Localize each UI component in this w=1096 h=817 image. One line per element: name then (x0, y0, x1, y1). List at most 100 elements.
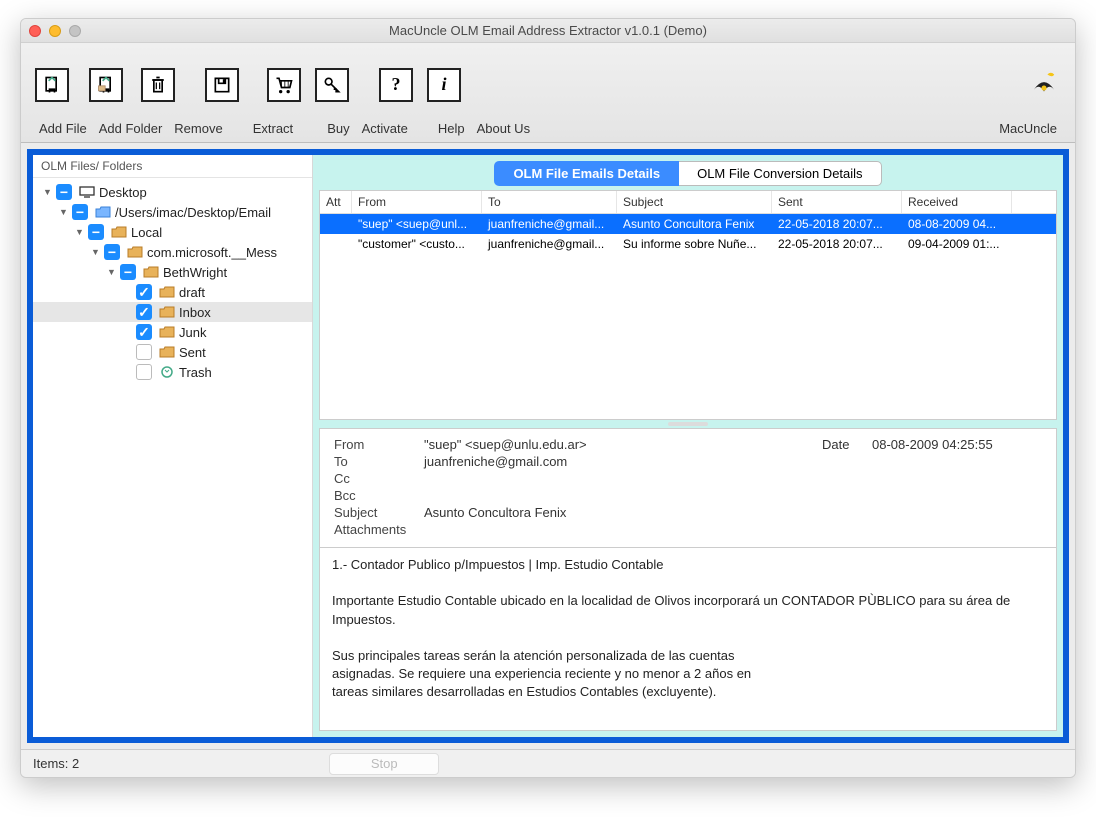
about-button[interactable]: About Us (471, 121, 536, 136)
from-value: "suep" <suep@unlu.edu.ar> (424, 437, 822, 452)
email-table: Att From To Subject Sent Received "suep"… (319, 190, 1057, 420)
disclosure-arrow-icon[interactable]: ▼ (107, 267, 117, 277)
traffic-lights (29, 25, 81, 37)
splitter[interactable] (319, 420, 1057, 428)
cell-sent: 22-05-2018 20:07... (772, 215, 902, 233)
subject-value: Asunto Concultora Fenix (424, 505, 1042, 520)
cell-sent: 22-05-2018 20:07... (772, 235, 902, 253)
tree-label: BethWright (163, 265, 227, 280)
col-att[interactable]: Att (320, 191, 352, 213)
tree-node-desktop[interactable]: ▼ − Desktop (33, 182, 312, 202)
tree-node-trash[interactable]: Trash (33, 362, 312, 382)
col-received[interactable]: Received (902, 191, 1012, 213)
minimize-window-button[interactable] (49, 25, 61, 37)
checkbox-checked[interactable]: ✓ (136, 284, 152, 300)
folder-tree: ▼ − Desktop ▼ − /Users/imac/Desktop/Emai… (33, 178, 312, 737)
body-text: Sus principales tareas serán la atención… (332, 647, 1044, 665)
tree-node-draft[interactable]: ✓ draft (33, 282, 312, 302)
checkbox-mixed[interactable]: − (120, 264, 136, 280)
tree-node-beth[interactable]: ▼ − BethWright (33, 262, 312, 282)
app-window: MacUncle OLM Email Address Extractor v1.… (20, 18, 1076, 778)
zoom-window-button[interactable] (69, 25, 81, 37)
checkbox-empty[interactable] (136, 364, 152, 380)
folder-icon (159, 306, 175, 318)
tree-node-com-ms[interactable]: ▼ − com.microsoft.__Mess (33, 242, 312, 262)
table-row[interactable]: "suep" <suep@unl... juanfreniche@gmail..… (320, 214, 1056, 234)
to-value: juanfreniche@gmail.com (424, 454, 1042, 469)
checkbox-mixed[interactable]: − (104, 244, 120, 260)
add-file-button[interactable]: Add File (33, 121, 93, 136)
about-icon[interactable]: i (427, 68, 461, 102)
extract-button[interactable]: Extract (247, 121, 299, 136)
cc-value (424, 471, 1042, 486)
extract-icon[interactable] (205, 68, 239, 102)
remove-icon[interactable] (141, 68, 175, 102)
tree-label: Local (131, 225, 162, 240)
tab-conversion[interactable]: OLM File Conversion Details (679, 161, 881, 186)
date-label: Date (822, 437, 872, 452)
attachments-label: Attachments (334, 522, 424, 537)
item-count: Items: 2 (33, 756, 79, 771)
buy-icon[interactable] (267, 68, 301, 102)
col-subject[interactable]: Subject (617, 191, 772, 213)
tree-node-junk[interactable]: ✓ Junk (33, 322, 312, 342)
tree-label: com.microsoft.__Mess (147, 245, 277, 260)
titlebar: MacUncle OLM Email Address Extractor v1.… (21, 19, 1075, 43)
to-label: To (334, 454, 424, 469)
folder-open-icon (95, 206, 111, 218)
tree-node-inbox[interactable]: ✓ Inbox (33, 302, 312, 322)
checkbox-mixed[interactable]: − (72, 204, 88, 220)
tree-label: Desktop (99, 185, 147, 200)
tree-node-sent[interactable]: Sent (33, 342, 312, 362)
email-body: 1.- Contador Publico p/Impuestos | Imp. … (319, 548, 1057, 731)
disclosure-arrow-icon[interactable]: ▼ (91, 247, 101, 257)
disclosure-arrow-icon[interactable]: ▼ (75, 227, 85, 237)
tree-label: Inbox (179, 305, 211, 320)
desktop-icon (79, 186, 95, 198)
tree-label: Sent (179, 345, 206, 360)
statusbar: Items: 2 Stop (21, 749, 1075, 777)
date-value: 08-08-2009 04:25:55 (872, 437, 1042, 452)
cell-att (320, 222, 352, 226)
cell-to: juanfreniche@gmail... (482, 235, 617, 253)
col-from[interactable]: From (352, 191, 482, 213)
disclosure-arrow-icon[interactable]: ▼ (59, 207, 69, 217)
checkbox-mixed[interactable]: − (88, 224, 104, 240)
buy-button[interactable]: Buy (321, 121, 355, 136)
tree-label: draft (179, 285, 205, 300)
tab-bar: OLM File Emails Details OLM File Convers… (319, 161, 1057, 186)
cc-label: Cc (334, 471, 424, 486)
add-folder-button[interactable]: Add Folder (93, 121, 169, 136)
attachments-value (424, 522, 1042, 537)
tree-label: Trash (179, 365, 212, 380)
table-row[interactable]: "customer" <custo... juanfreniche@gmail.… (320, 234, 1056, 254)
checkbox-checked[interactable]: ✓ (136, 324, 152, 340)
col-to[interactable]: To (482, 191, 617, 213)
folder-icon (159, 326, 175, 338)
remove-button[interactable]: Remove (168, 121, 228, 136)
checkbox-mixed[interactable]: − (56, 184, 72, 200)
checkbox-empty[interactable] (136, 344, 152, 360)
close-window-button[interactable] (29, 25, 41, 37)
body-text: 1.- Contador Publico p/Impuestos | Imp. … (332, 556, 1044, 574)
tree-node-local[interactable]: ▼ − Local (33, 222, 312, 242)
tab-emails[interactable]: OLM File Emails Details (494, 161, 679, 186)
body-text: Importante Estudio Contable ubicado en l… (332, 592, 1044, 628)
stop-button[interactable]: Stop (329, 753, 439, 775)
cell-to: juanfreniche@gmail... (482, 215, 617, 233)
window-title: MacUncle OLM Email Address Extractor v1.… (81, 23, 1015, 38)
col-sent[interactable]: Sent (772, 191, 902, 213)
add-folder-icon[interactable] (89, 68, 123, 102)
activate-icon[interactable] (315, 68, 349, 102)
brand-label: MacUncle (993, 121, 1063, 136)
help-button[interactable]: Help (432, 121, 471, 136)
disclosure-arrow-icon[interactable]: ▼ (43, 187, 53, 197)
help-icon[interactable]: ? (379, 68, 413, 102)
checkbox-checked[interactable]: ✓ (136, 304, 152, 320)
brand-logo-icon (1027, 66, 1061, 103)
main-area: OLM Files/ Folders ▼ − Desktop ▼ − /User… (27, 149, 1069, 743)
tree-node-path[interactable]: ▼ − /Users/imac/Desktop/Email (33, 202, 312, 222)
activate-button[interactable]: Activate (356, 121, 414, 136)
toolbar: ? i Add File Add Folder Remove Extract B… (21, 43, 1075, 143)
add-file-icon[interactable] (35, 68, 69, 102)
